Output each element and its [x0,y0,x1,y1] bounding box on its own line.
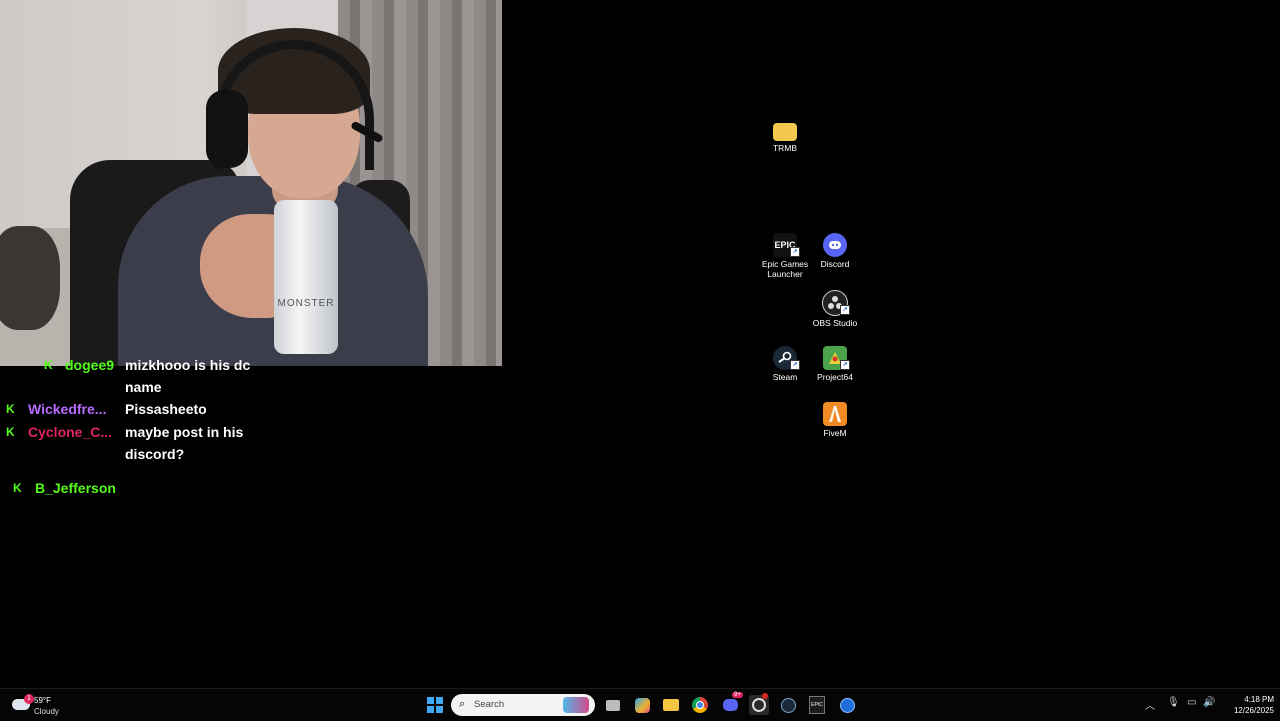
notification-badge: 1 [24,694,34,704]
weather-condition: Cloudy [34,707,59,716]
epic-games-taskbar-button[interactable]: EPIC [807,695,827,715]
search-icon: ⌕ [459,698,466,710]
discord-icon [722,699,738,711]
copilot-button[interactable] [632,695,652,715]
search-highlight-icon [563,697,589,713]
kick-badge-icon: K [6,425,15,439]
pillow [0,226,60,330]
epic-games-icon: EPIC ↗ [773,233,800,257]
kick-badge-icon: K [44,358,53,372]
taskbar: 1 59°F Cloudy ⌕ Search 9+ EPIC ︿ 🎙 ▭ 🔊 4… [0,688,1280,721]
desktop-icon-project64[interactable]: ↗ Project64 [805,346,865,382]
shortcut-arrow-icon: ↗ [790,247,800,257]
weather-temperature: 59°F [34,696,51,705]
desktop-icon-label: TRMB [772,143,798,153]
desktop-icon-label: Project64 [817,372,853,382]
file-explorer-icon [663,699,679,711]
file-explorer-button[interactable] [661,695,681,715]
system-clock[interactable]: 4:18 PM 12/26/2025 [1224,694,1274,716]
fivem-icon [823,402,847,426]
project64-icon: ↗ [823,346,850,370]
shortcut-arrow-icon: ↗ [790,360,800,370]
search-placeholder: Search [474,699,505,710]
edge-dev-taskbar-button[interactable] [837,695,857,715]
epic-games-icon: EPIC [809,696,825,714]
kick-badge-icon: K [13,481,22,495]
shortcut-arrow-icon: ↗ [840,360,850,370]
desktop-icon-fivem[interactable]: FiveM [805,402,865,438]
energy-drink-can: MONSTER [274,200,338,354]
desktop-icon-discord[interactable]: Discord [805,233,865,269]
folder-icon [773,123,797,141]
desktop-icon-label: FiveM [823,428,847,438]
obs-icon: ↗ [822,290,850,316]
obs-icon [752,698,766,712]
shortcut-arrow-icon: ↗ [840,305,850,315]
chat-username: B_Jefferson [35,480,116,496]
copilot-icon [634,697,650,713]
chat-text: maybe post in his discord? [125,424,244,462]
desktop-icon-obs[interactable]: ↗ OBS Studio [805,290,865,328]
taskbar-search-box[interactable]: ⌕ Search [451,694,595,716]
clock-time: 4:18 PM [1244,695,1274,704]
chrome-button[interactable] [690,695,710,715]
chat-text: Pissasheeto [125,401,207,417]
windows-logo-icon [426,696,444,714]
task-view-icon [606,699,620,711]
network-icon[interactable]: ▭ [1187,697,1196,708]
task-view-button[interactable] [603,695,623,715]
headphone-earcup [206,90,248,168]
desktop-icon-label: Discord [820,259,850,269]
can-label: MONSTER [277,298,335,309]
desktop-icon-trmb[interactable]: TRMB [755,120,815,153]
chat-username: Wickedfre... [28,401,107,417]
chrome-icon [692,697,708,713]
clock-date: 12/26/2025 [1233,706,1274,715]
discord-taskbar-button[interactable]: 9+ [720,692,743,715]
desktop-icon-label: OBS Studio [812,318,858,328]
chat-username: dogee9 [65,357,115,373]
recording-indicator [762,693,768,699]
steam-icon [780,697,796,713]
discord-icon [823,233,847,257]
start-button[interactable] [425,695,445,715]
edge-dev-icon [839,697,855,713]
chat-username: Cyclone_C... [28,424,113,440]
kick-badge-icon: K [6,402,15,416]
steam-icon: ↗ [773,346,800,370]
obs-taskbar-button[interactable] [749,693,769,715]
steam-taskbar-button[interactable] [778,695,798,715]
microphone-icon[interactable]: 🎙 [1167,697,1180,708]
chat-text: mizkhooo is his dc name [125,357,251,395]
show-hidden-icons-chevron-icon[interactable]: ︿ [1145,697,1155,712]
discord-unread-badge: 9+ [732,692,743,698]
webcam-overlay: MONSTER [0,0,502,366]
weather-widget[interactable]: 1 59°F Cloudy [12,693,82,717]
volume-icon[interactable]: 🔊 [1203,697,1215,708]
